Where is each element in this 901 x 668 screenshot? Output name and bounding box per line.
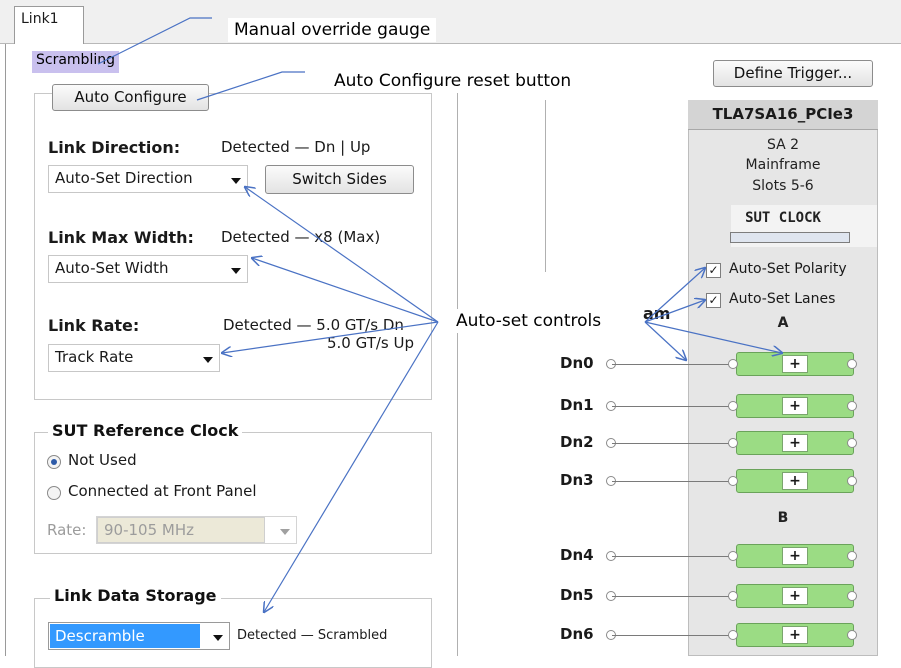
arrow-to-storage (264, 321, 439, 612)
arrow-to-direction (245, 187, 439, 323)
callout-auto-set: Auto-set controls (450, 309, 608, 333)
arrow-auto-configure (196, 71, 305, 101)
arrow-to-probe (644, 321, 782, 353)
callout-manual-override: Manual override gauge (228, 18, 437, 42)
arrow-to-lanes (644, 300, 705, 323)
arrow-to-rate (222, 321, 439, 353)
arrow-to-lane (644, 321, 686, 360)
arrow-to-width (252, 258, 439, 323)
arrow-manual-override (97, 17, 212, 65)
callout-auto-configure: Auto Configure reset button (328, 69, 578, 93)
arrow-to-polarity (644, 268, 705, 323)
